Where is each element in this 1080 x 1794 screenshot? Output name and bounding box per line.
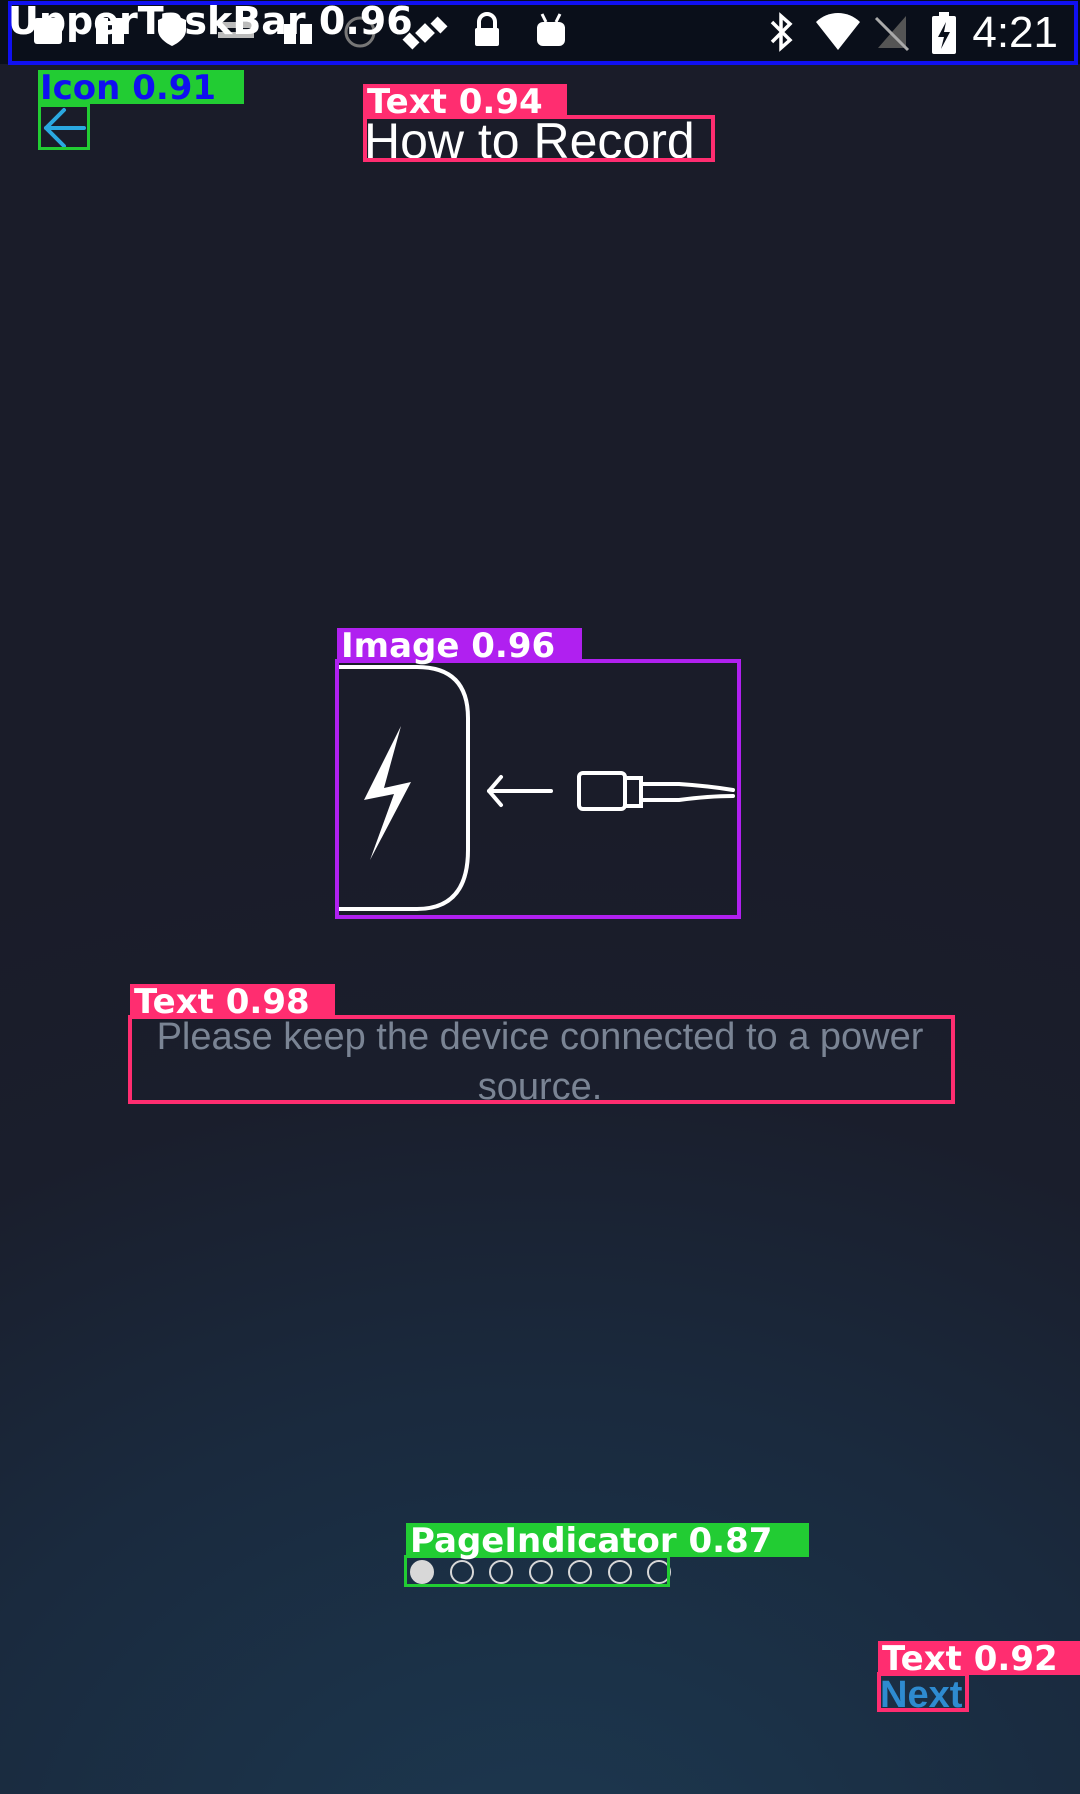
pager-annotation-label: PageIndicator 0.87: [406, 1523, 809, 1558]
icon-annotation-box: [38, 104, 90, 150]
title-annotation-label: Text 0.94: [363, 84, 567, 119]
image-annotation-box: [335, 659, 741, 919]
message-annotation-label: Text 0.98: [130, 984, 335, 1019]
message-annotation-box: [128, 1015, 955, 1104]
title-annotation-box: [363, 115, 715, 162]
taskbar-annotation-label: UpperTaskBar 0.96: [8, 0, 413, 43]
image-annotation-label: Image 0.96: [337, 628, 582, 663]
icon-annotation-label: Icon 0.91: [38, 70, 244, 105]
next-annotation-label: Text 0.92: [878, 1641, 1080, 1676]
